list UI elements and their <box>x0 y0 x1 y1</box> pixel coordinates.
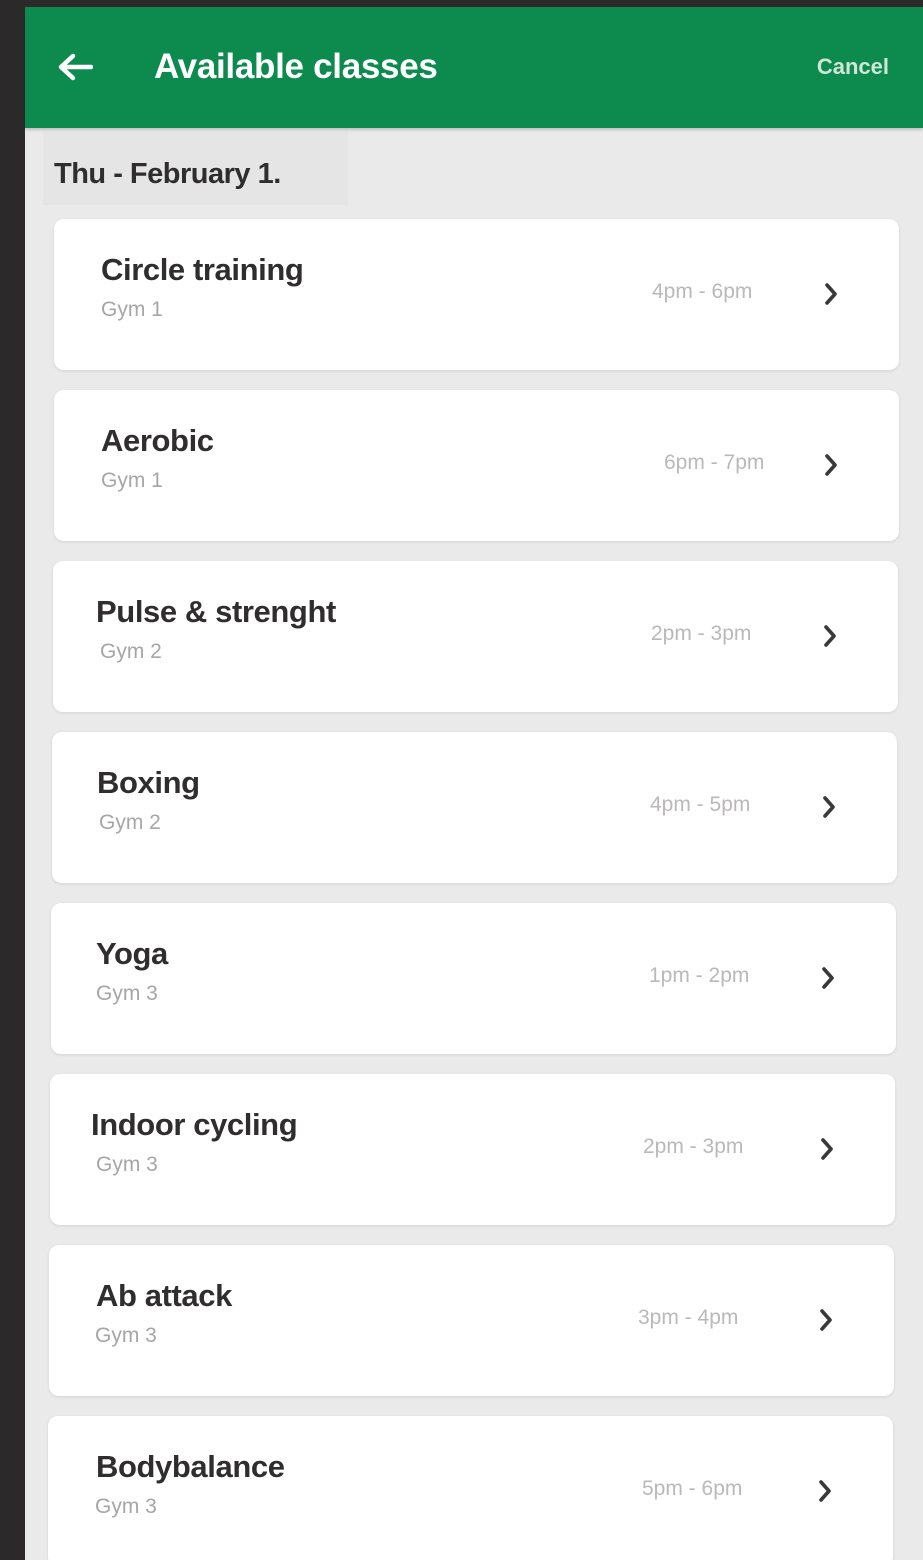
class-location: Gym 3 <box>95 1495 157 1518</box>
class-location: Gym 2 <box>99 811 161 834</box>
chevron-right-icon <box>819 1480 831 1502</box>
class-name: Circle training <box>101 252 304 287</box>
class-time: 2pm - 3pm <box>643 1135 744 1158</box>
class-time: 6pm - 7pm <box>664 451 765 474</box>
class-card[interactable]: Aerobic Gym 1 6pm - 7pm <box>54 390 899 541</box>
class-time: 3pm - 4pm <box>638 1306 739 1329</box>
class-location: Gym 2 <box>100 640 162 663</box>
chevron-right-icon <box>820 1309 832 1331</box>
class-card[interactable]: Circle training Gym 1 4pm - 6pm <box>54 219 899 370</box>
class-name: Indoor cycling <box>91 1107 298 1142</box>
class-name: Aerobic <box>101 423 214 458</box>
app-screen: Available classes Cancel Thu - February … <box>25 7 923 1560</box>
class-location: Gym 3 <box>95 1324 157 1347</box>
class-time: 1pm - 2pm <box>649 964 750 987</box>
chevron-right-icon <box>822 967 834 989</box>
class-time: 2pm - 3pm <box>651 622 752 645</box>
class-name: Yoga <box>96 936 168 971</box>
cancel-button[interactable]: Cancel <box>817 52 889 82</box>
class-time: 5pm - 6pm <box>642 1477 743 1500</box>
chevron-right-icon <box>825 283 837 305</box>
class-card[interactable]: Bodybalance Gym 3 5pm - 6pm <box>48 1416 893 1560</box>
chevron-right-icon <box>824 625 836 647</box>
chevron-right-icon <box>821 1138 833 1160</box>
class-card[interactable]: Boxing Gym 2 4pm - 5pm <box>52 732 897 883</box>
page-title: Available classes <box>154 47 438 86</box>
class-name: Pulse & strenght <box>96 594 336 629</box>
app-header: Available classes Cancel <box>25 7 923 128</box>
class-card[interactable]: Yoga Gym 3 1pm - 2pm <box>51 903 896 1054</box>
class-location: Gym 3 <box>96 982 158 1005</box>
class-name: Bodybalance <box>96 1449 285 1484</box>
class-location: Gym 1 <box>101 298 163 321</box>
class-card[interactable]: Indoor cycling Gym 3 2pm - 3pm <box>50 1074 895 1225</box>
class-name: Ab attack <box>96 1278 232 1313</box>
class-name: Boxing <box>97 765 200 800</box>
class-time: 4pm - 5pm <box>650 793 751 816</box>
date-heading: Thu - February 1. <box>54 158 281 190</box>
class-time: 4pm - 6pm <box>652 280 753 303</box>
chevron-right-icon <box>825 454 837 476</box>
chevron-right-icon <box>823 796 835 818</box>
arrow-left-icon[interactable] <box>57 51 93 83</box>
class-card[interactable]: Ab attack Gym 3 3pm - 4pm <box>49 1245 894 1396</box>
class-location: Gym 3 <box>96 1153 158 1176</box>
class-location: Gym 1 <box>101 469 163 492</box>
class-card[interactable]: Pulse & strenght Gym 2 2pm - 3pm <box>53 561 898 712</box>
